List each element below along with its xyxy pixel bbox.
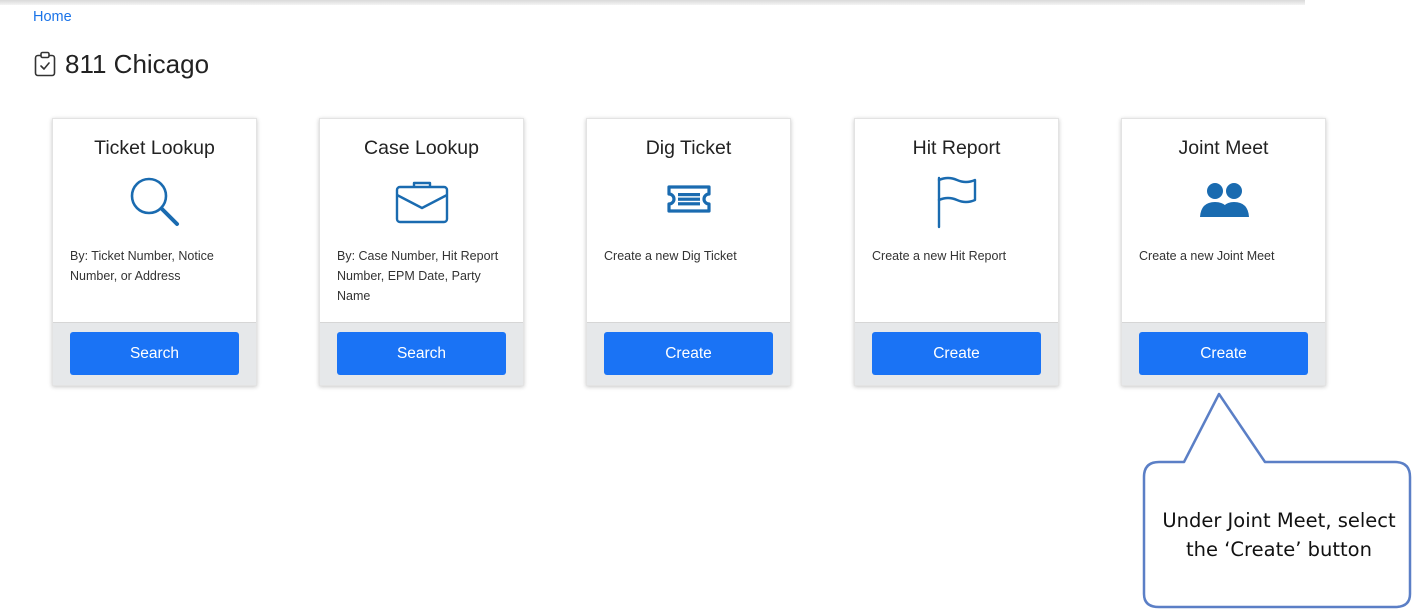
top-divider [0, 0, 1305, 5]
card-joint-meet: Joint Meet Create a new Joint Meet Creat… [1121, 118, 1326, 386]
card-dig-ticket: Dig Ticket Create a new Dig Ticket Creat… [586, 118, 791, 386]
card-footer: Search [53, 322, 256, 385]
card-title: Ticket Lookup [94, 137, 215, 159]
card-footer: Search [320, 322, 523, 385]
users-icon [1198, 181, 1250, 223]
clipboard-check-icon [33, 51, 57, 77]
card-description: Create a new Joint Meet [1139, 249, 1275, 263]
card-title: Dig Ticket [645, 137, 732, 159]
page-title: 811 Chicago [33, 47, 209, 81]
page-title-text: 811 Chicago [65, 48, 210, 79]
card-footer: Create [855, 322, 1058, 385]
dig-ticket-create-button[interactable]: Create [604, 332, 773, 375]
card-title: Case Lookup [364, 137, 479, 159]
search-icon [127, 174, 183, 230]
card-footer: Create [1122, 322, 1325, 385]
case-lookup-search-button[interactable]: Search [337, 332, 506, 375]
ticket-lookup-search-button[interactable]: Search [70, 332, 239, 375]
breadcrumb-home[interactable]: Home [33, 9, 72, 25]
card-title: Joint Meet [1178, 137, 1269, 159]
card-title: Hit Report [912, 137, 1001, 159]
card-case-lookup: Case Lookup By: Case Number, Hit Report … [319, 118, 524, 386]
joint-meet-create-button[interactable]: Create [1139, 332, 1308, 375]
card-ticket-lookup: Ticket Lookup By: Ticket Number, Notice … [52, 118, 257, 386]
card-description: By: Case Number, Hit Report Number, EPM … [337, 249, 499, 303]
card-description: By: Ticket Number, Notice Number, or Add… [70, 249, 214, 283]
flag-icon [935, 175, 979, 229]
callout-annotation: Under Joint Meet, select the ‘Create’ bu… [1162, 509, 1396, 561]
hit-report-create-button[interactable]: Create [872, 332, 1041, 375]
card-footer: Create [587, 322, 790, 385]
card-description: Create a new Hit Report [872, 249, 1007, 263]
card-hit-report: Hit Report Create a new Hit Report Creat… [854, 118, 1059, 386]
ticket-icon [666, 185, 712, 213]
briefcase-icon [394, 179, 450, 225]
card-description: Create a new Dig Ticket [604, 249, 737, 263]
